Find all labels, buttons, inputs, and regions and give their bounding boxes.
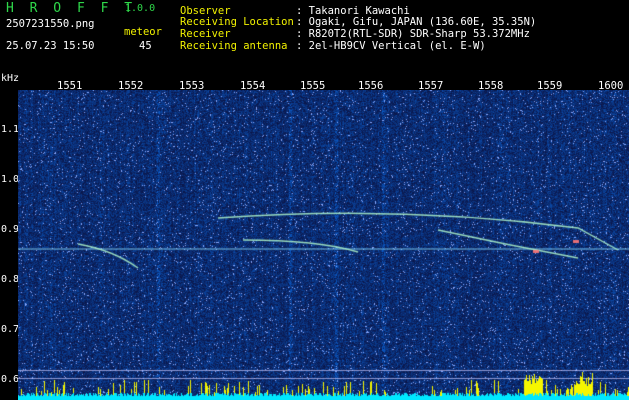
- y-tick-label: 0.9: [1, 224, 20, 235]
- y-axis-unit: kHz: [1, 73, 20, 84]
- info-label-location: Receiving Location: [180, 16, 294, 28]
- y-tick-label: 1.1: [1, 124, 20, 135]
- y-tick-label: 0.7: [1, 324, 20, 335]
- file-name: 2507231550.png: [6, 18, 95, 30]
- info-value-receiver: : R820T2(RTL-SDR) SDR-Sharp 53.372MHz: [296, 28, 530, 40]
- info-value-antenna: : 2el-HB9CV Vertical (el. E-W): [296, 40, 486, 52]
- info-value-location: : Ogaki, Gifu, JAPAN (136.60E, 35.35N): [296, 16, 537, 28]
- meteor-count: 45: [139, 40, 152, 52]
- y-tick-label: 0.8: [1, 274, 20, 285]
- info-label-observer: Observer: [180, 5, 231, 17]
- info-label-receiver: Receiver: [180, 28, 231, 40]
- y-tick-label: 0.6: [1, 374, 20, 385]
- info-value-observer: : Takanori Kawachi: [296, 5, 410, 17]
- info-label-antenna: Receiving antenna: [180, 40, 288, 52]
- y-tick-label: 1.0: [1, 174, 20, 185]
- file-datetime: 25.07.23 15:50: [6, 40, 95, 52]
- meteor-label: meteor: [124, 26, 162, 38]
- app-title: H R O F F T: [6, 1, 137, 16]
- hroft-window: { "app": { "name": "H R O F F T", "versi…: [0, 0, 629, 400]
- app-version: 1.0.0: [125, 3, 156, 14]
- spectrogram: [18, 90, 629, 400]
